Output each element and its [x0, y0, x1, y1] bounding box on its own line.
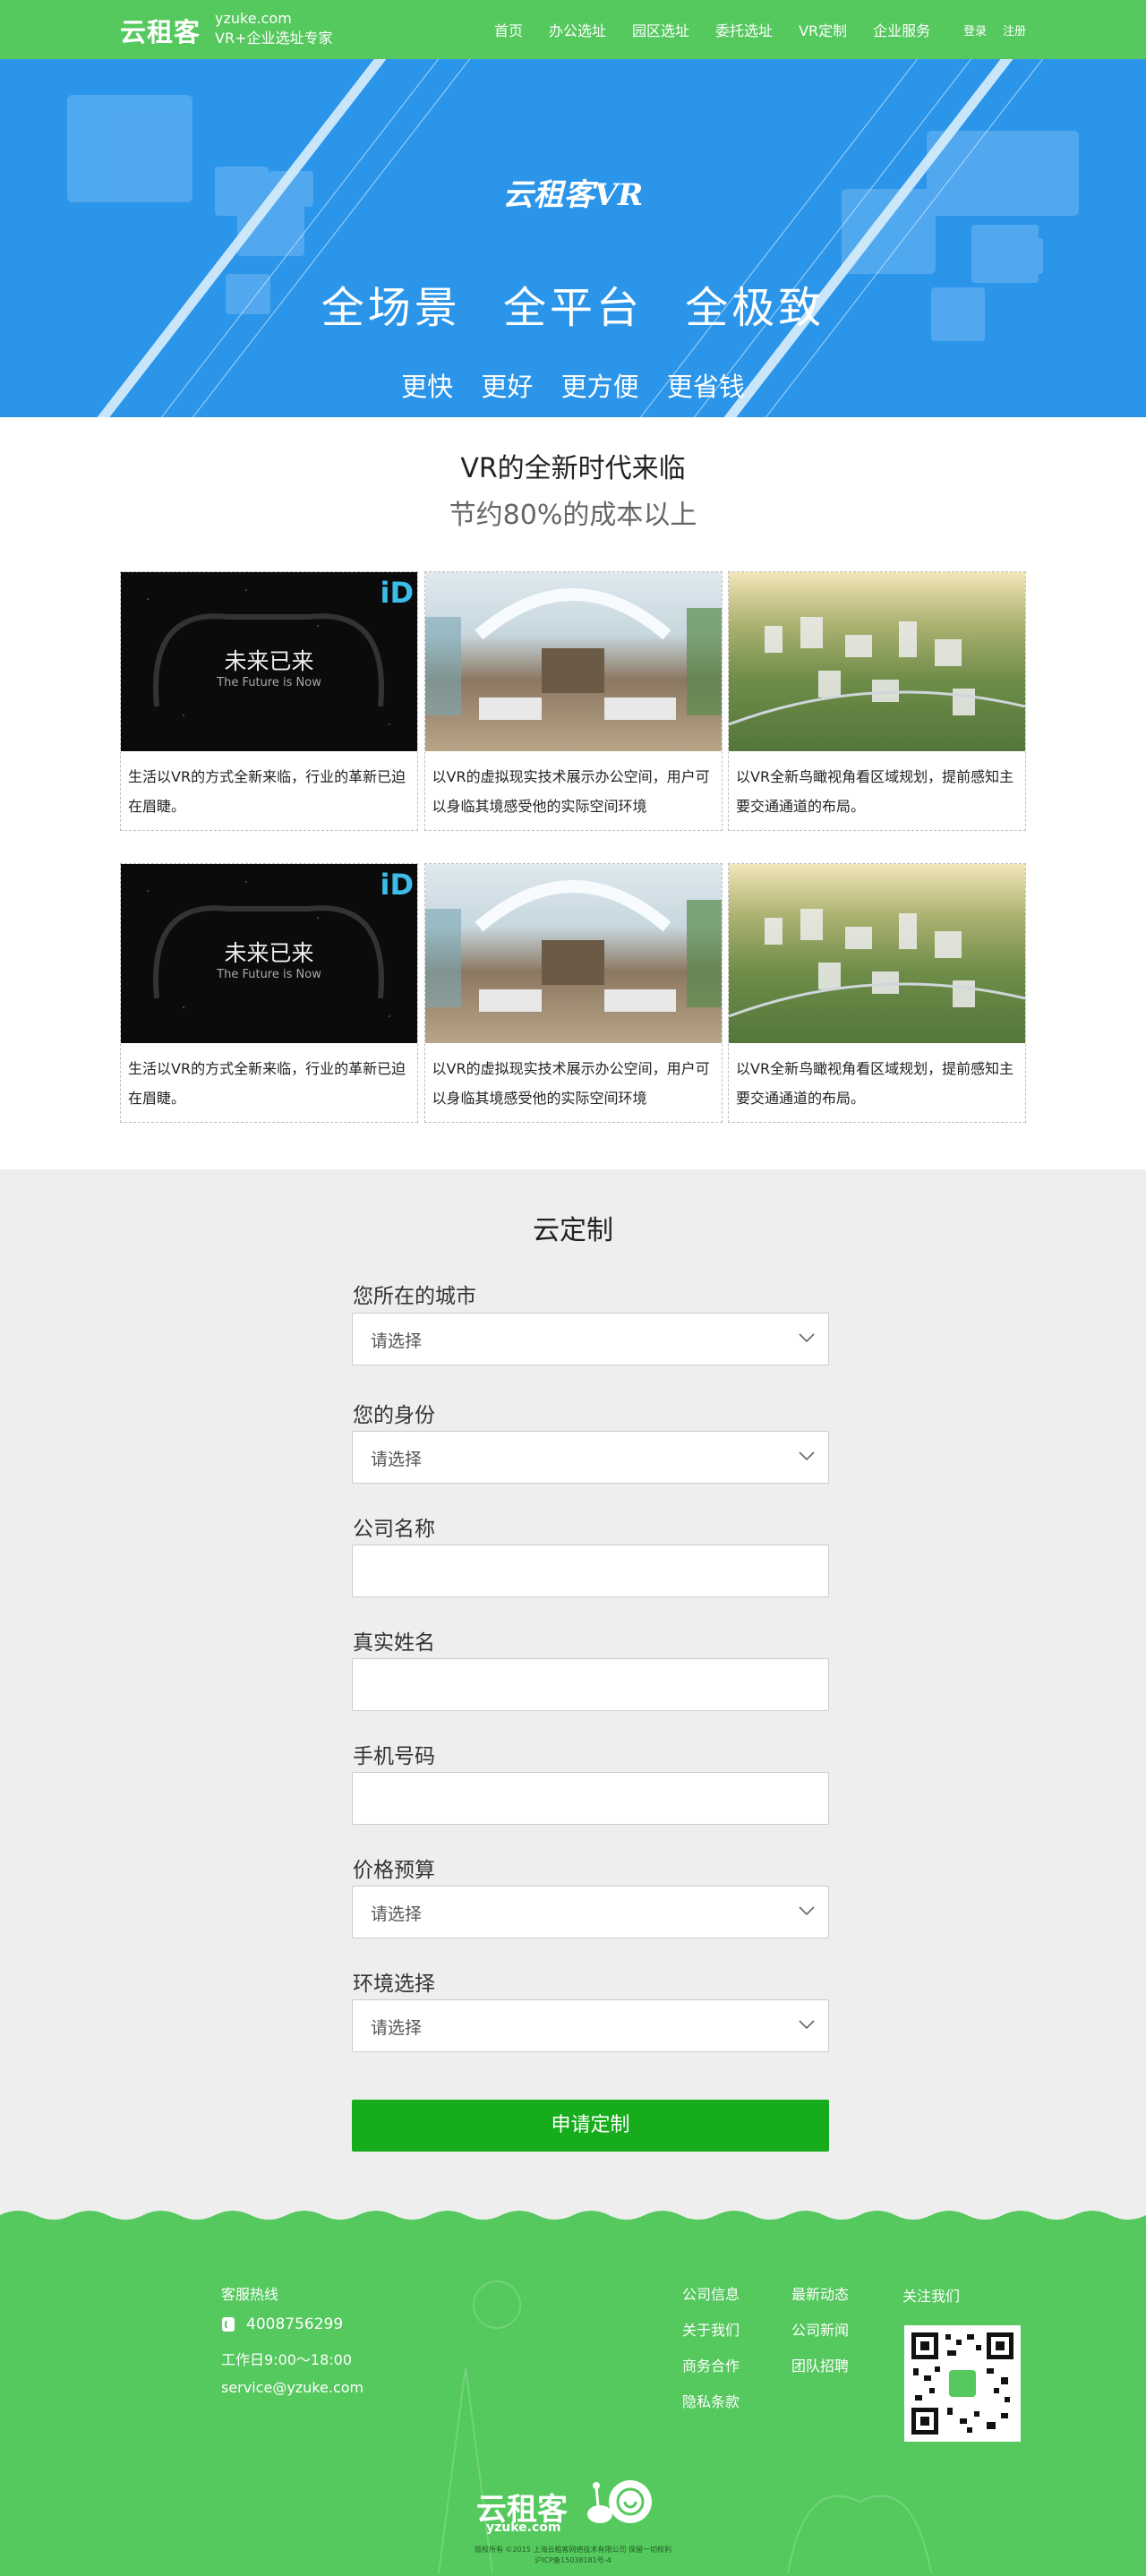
environment-select-value: 请选择: [371, 2018, 423, 2038]
login-link[interactable]: 登录: [963, 21, 987, 39]
nav-office[interactable]: 办公选址: [549, 19, 606, 40]
feature-card[interactable]: 以VR的虚拟现实技术展示办公空间，用户可以身临其境感受他的实际空间环境: [423, 571, 723, 831]
id-logo: iD: [380, 576, 414, 610]
future-subtitle: The Future is Now: [217, 968, 321, 981]
nav-entrust[interactable]: 委托选址: [715, 19, 773, 40]
footer-link-about[interactable]: 关于我们: [682, 2318, 740, 2340]
company-label: 公司名称: [353, 1518, 435, 1541]
future-subtitle: The Future is Now: [217, 676, 321, 689]
chevron-down-icon: [799, 1906, 815, 1916]
hero-banner: 云租客VR 全场景 全平台 全极致 更快 更好 更方便 更省钱: [0, 59, 1146, 417]
banner-slogan: 全场景 全平台 全极致: [321, 283, 825, 333]
footer-logo-domain: yzuke.com: [486, 2520, 561, 2535]
budget-select[interactable]: 请选择: [352, 1886, 829, 1938]
service-hours: 工作日9:00～18:00: [221, 2351, 353, 2368]
footer-link-business[interactable]: 商务合作: [682, 2354, 740, 2375]
icp-text: 沪ICP备15038181号-4: [535, 2556, 611, 2564]
id-logo: iD: [380, 868, 414, 902]
nav-home[interactable]: 首页: [494, 19, 523, 40]
card-text: 以VR的虚拟现实技术展示办公空间，用户可以身临其境感受他的实际空间环境: [432, 768, 710, 815]
main-nav: 首页 办公选址 园区选址 委托选址 VR定制 企业服务: [494, 0, 956, 59]
logo-tagline: yzuke.com VR+企业选址专家: [215, 9, 332, 48]
future-image: iD 未来已来 The Future is Now: [121, 572, 417, 751]
intro-subtitle: 节约80%的成本以上: [449, 500, 697, 531]
banner-subslogan: 更快 更好 更方便 更省钱: [401, 372, 745, 402]
identity-label: 您的身份: [353, 1404, 435, 1427]
card-row-2: iD 未来已来 The Future is Now 生活以VR的方式全新来临，行…: [120, 863, 1026, 1123]
phone-label: 手机号码: [353, 1745, 435, 1768]
intro-title: VR的全新时代来临: [460, 453, 686, 484]
card-text: 生活以VR的方式全新来临，行业的革新已迫在眉睫。: [128, 768, 406, 815]
phone-input[interactable]: [352, 1772, 829, 1825]
chevron-down-icon: [799, 1333, 815, 1343]
qr-code: [904, 2325, 1021, 2442]
card-text: 生活以VR的方式全新来临，行业的革新已迫在眉睫。: [128, 1060, 406, 1107]
company-input[interactable]: [352, 1545, 829, 1597]
identity-select-value: 请选择: [371, 1450, 423, 1469]
footer-link-news[interactable]: 公司新闻: [791, 2318, 849, 2340]
site-logo[interactable]: 云租客: [120, 12, 201, 49]
service-email[interactable]: service@yzuke.com: [221, 2379, 363, 2396]
future-title: 未来已来: [224, 940, 314, 966]
city-label: 您所在的城市: [353, 1285, 476, 1308]
budget-select-value: 请选择: [371, 1904, 423, 1924]
feature-card[interactable]: 以VR的虚拟现实技术展示办公空间，用户可以身临其境感受他的实际空间环境: [423, 863, 723, 1123]
phone-number[interactable]: 4008756299: [246, 2315, 343, 2333]
card-text: 以VR全新鸟瞰视角看区域规划，提前感知主要交通通道的布局。: [736, 768, 1014, 815]
environment-select[interactable]: 请选择: [352, 1999, 829, 2052]
footer-link-latest[interactable]: 最新动态: [791, 2282, 849, 2304]
feature-card[interactable]: iD 未来已来 The Future is Now 生活以VR的方式全新来临，行…: [120, 863, 418, 1123]
footer-links-company: 公司信息 关于我们 商务合作 隐私条款: [682, 2282, 740, 2426]
card-text: 以VR的虚拟现实技术展示办公空间，用户可以身临其境感受他的实际空间环境: [432, 1060, 710, 1107]
copyright-text: 版权所有 ©2015 上海云租客网络技术有限公司 保留一切权利: [475, 2546, 671, 2554]
footer-link-privacy[interactable]: 隐私条款: [682, 2390, 740, 2411]
logo-domain: yzuke.com: [215, 10, 292, 27]
name-input[interactable]: [352, 1658, 829, 1711]
footer-link-jobs[interactable]: 团队招聘: [791, 2354, 849, 2375]
banner-decoration: [67, 59, 1079, 417]
copyright: 版权所有 ©2015 上海云租客网络技术有限公司 保留一切权利 沪ICP备150…: [0, 2545, 1146, 2566]
feature-card[interactable]: iD 未来已来 The Future is Now 生活以VR的方式全新来临，行…: [120, 571, 418, 831]
submit-custom-button[interactable]: 申请定制: [352, 2100, 829, 2152]
card-text: 以VR全新鸟瞰视角看区域规划，提前感知主要交通通道的布局。: [736, 1060, 1014, 1107]
name-label: 真实姓名: [353, 1631, 435, 1655]
city-select[interactable]: 请选择: [352, 1313, 829, 1365]
logo-slogan: VR+企业选址专家: [215, 30, 333, 47]
footer-links-news: 最新动态 公司新闻 团队招聘: [791, 2282, 849, 2390]
nav-park[interactable]: 园区选址: [632, 19, 689, 40]
hotline-title: 客服热线: [221, 2286, 279, 2303]
phone-icon: [222, 2317, 235, 2332]
card-row-1: iD 未来已来 The Future is Now 生活以VR的方式全新来临，行…: [120, 571, 1026, 831]
city-image: [729, 864, 1025, 1043]
custom-title: 云定制: [533, 1215, 613, 1246]
feature-card[interactable]: 以VR全新鸟瞰视角看区域规划，提前感知主要交通通道的布局。: [728, 571, 1026, 831]
budget-label: 价格预算: [353, 1859, 435, 1882]
snail-mascot-icon: [587, 2480, 652, 2523]
office-image: [424, 572, 722, 751]
future-image: iD 未来已来 The Future is Now: [121, 864, 417, 1043]
top-header: 云租客 yzuke.com VR+企业选址专家 首页 办公选址 园区选址 委托选…: [0, 0, 1146, 59]
feature-card[interactable]: 以VR全新鸟瞰视角看区域规划，提前感知主要交通通道的布局。: [728, 863, 1026, 1123]
qr-code-icon: [911, 2332, 1013, 2435]
banner-brand: 云租客VR: [502, 177, 644, 213]
city-select-value: 请选择: [371, 1331, 423, 1351]
auth-links: 登录 注册: [947, 0, 1026, 59]
register-link[interactable]: 注册: [1003, 21, 1026, 39]
city-image: [729, 572, 1025, 751]
footer-link-company-info[interactable]: 公司信息: [682, 2282, 740, 2304]
follow-us: 关注我们: [902, 2284, 960, 2320]
office-image: [424, 864, 722, 1043]
nav-vr-custom[interactable]: VR定制: [799, 19, 847, 40]
identity-select[interactable]: 请选择: [352, 1431, 829, 1484]
hotline-phone: 4008756299: [221, 2315, 343, 2333]
chevron-down-icon: [799, 2020, 815, 2030]
nav-enterprise[interactable]: 企业服务: [873, 19, 930, 40]
future-title: 未来已来: [224, 648, 314, 674]
environment-label: 环境选择: [353, 1973, 435, 1996]
follow-us-label: 关注我们: [902, 2288, 961, 2305]
chevron-down-icon: [799, 1451, 815, 1461]
